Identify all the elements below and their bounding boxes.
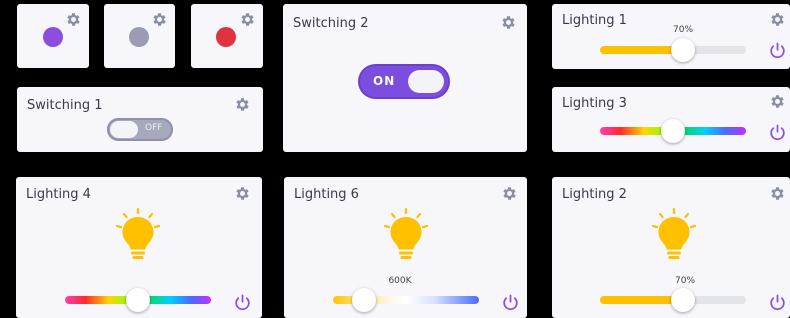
brightness-value: 70% — [672, 25, 694, 35]
toggle-knob — [408, 70, 444, 93]
gear-icon[interactable] — [234, 185, 251, 202]
toggle-switch-off[interactable]: OFF — [107, 118, 173, 141]
brightness-value: 70% — [674, 276, 696, 286]
gear-icon[interactable] — [769, 93, 786, 110]
power-icon[interactable] — [233, 293, 252, 312]
color-temperature-value: 600K — [388, 276, 412, 286]
lightbulb-icon — [383, 207, 429, 259]
gear-icon[interactable] — [500, 14, 517, 31]
gear-icon[interactable] — [769, 185, 786, 202]
gear-icon[interactable] — [151, 11, 168, 28]
gear-icon[interactable] — [239, 11, 256, 28]
card-title: Lighting 1 — [562, 13, 627, 28]
card-title: Switching 2 — [293, 16, 369, 31]
status-dot-gray — [129, 27, 149, 47]
power-icon[interactable] — [768, 123, 787, 142]
toggle-state-label: OFF — [145, 123, 163, 133]
status-dot-purple — [43, 27, 63, 47]
hue-slider-knob[interactable] — [126, 288, 150, 312]
card-title: Switching 1 — [27, 98, 103, 113]
color-tile-red[interactable] — [191, 4, 263, 68]
lighting-6-card: Lighting 6 600K — [284, 177, 527, 318]
power-icon[interactable] — [768, 41, 787, 60]
card-title: Lighting 2 — [562, 187, 627, 202]
lightbulb-icon — [651, 207, 697, 259]
brightness-slider-knob[interactable] — [671, 38, 695, 62]
gear-icon[interactable] — [769, 11, 786, 28]
gear-icon[interactable] — [65, 11, 82, 28]
card-title: Lighting 6 — [294, 187, 359, 202]
brightness-slider-knob[interactable] — [671, 288, 695, 312]
lighting-1-card: Lighting 1 70% — [552, 4, 790, 69]
switching-2-card: Switching 2 ON — [283, 4, 527, 152]
lighting-2-card: Lighting 2 70% — [552, 177, 790, 318]
switching-1-card: Switching 1 OFF — [17, 87, 263, 152]
toggle-knob — [110, 121, 138, 138]
card-title: Lighting 4 — [26, 187, 91, 202]
toggle-state-label: ON — [373, 74, 396, 88]
status-dot-red — [216, 27, 236, 47]
card-title: Lighting 3 — [562, 96, 627, 111]
power-icon[interactable] — [768, 293, 787, 312]
gear-icon[interactable] — [234, 96, 251, 113]
power-icon[interactable] — [501, 293, 520, 312]
color-tile-purple[interactable] — [17, 4, 89, 68]
color-temperature-slider-knob[interactable] — [352, 288, 376, 312]
lightbulb-icon — [115, 207, 161, 259]
lighting-3-card: Lighting 3 — [552, 87, 790, 152]
color-tile-gray[interactable] — [104, 4, 175, 68]
hue-slider-knob[interactable] — [661, 119, 685, 143]
gear-icon[interactable] — [501, 185, 518, 202]
toggle-switch-on[interactable]: ON — [360, 66, 448, 97]
lighting-4-card: Lighting 4 — [16, 177, 262, 318]
